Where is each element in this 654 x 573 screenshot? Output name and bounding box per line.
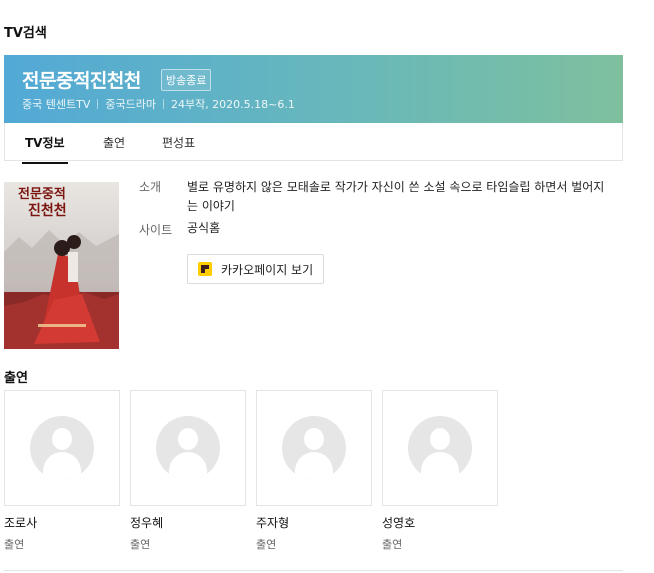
cast-role: 출연 (382, 538, 403, 551)
meta-episodes: 24부작, 2020.5.18~6.1 (170, 98, 295, 111)
cast-photo[interactable] (256, 390, 372, 506)
cast-role: 출연 (4, 538, 25, 551)
cast-card[interactable]: 조로사 출연 (4, 390, 120, 552)
person-placeholder-icon (156, 416, 220, 480)
tab-schedule[interactable]: 편성표 (162, 134, 195, 151)
cast-photo[interactable] (4, 390, 120, 506)
cast-role: 출연 (130, 538, 151, 551)
poster-art: 전문중적 진천천 (4, 182, 119, 349)
section-divider (4, 570, 623, 571)
meta-divider (162, 99, 164, 109)
synopsis-label: 소개 (139, 180, 162, 194)
site-label: 사이트 (139, 223, 173, 237)
meta-genre: 중국드라마 (105, 98, 156, 111)
program-banner: 전문중적진천천 방송종료 중국 텐센트TV 중국드라마 24부작, 2020.5… (4, 55, 623, 123)
program-tabs: TV정보 출연 편성표 (4, 123, 623, 164)
synopsis-text: 별로 유명하지 않은 모태솔로 작가가 자신이 쓴 소설 속으로 타임슬립 하면… (187, 180, 605, 213)
person-placeholder-icon (282, 416, 346, 480)
person-placeholder-icon (408, 416, 472, 480)
official-site-link[interactable]: 공식홈 (187, 221, 220, 235)
cast-photo[interactable] (130, 390, 246, 506)
tab-cast[interactable]: 출연 (103, 134, 125, 151)
cast-card[interactable]: 성영호 출연 (382, 390, 498, 552)
cast-name[interactable]: 조로사 (4, 514, 120, 531)
svg-text:진천천: 진천천 (28, 202, 67, 219)
cast-name[interactable]: 성영호 (382, 514, 498, 531)
cast-section-title: 출연 (4, 371, 28, 386)
section-title: TV검색 (4, 26, 47, 41)
kakao-page-label: 카카오페이지 보기 (221, 262, 314, 277)
kakao-page-button[interactable]: 카카오페이지 보기 (187, 254, 325, 284)
cast-card[interactable]: 주자형 출연 (256, 390, 372, 552)
cast-role: 출연 (256, 538, 277, 551)
kakao-page-icon (198, 262, 212, 276)
program-title[interactable]: 전문중적진천천 (22, 66, 141, 93)
person-placeholder-icon (30, 416, 94, 480)
meta-channel: 중국 텐센트TV (22, 98, 91, 111)
site-value: 공식홈 (187, 219, 607, 238)
meta-divider (97, 99, 99, 109)
cast-card[interactable]: 정우혜 출연 (130, 390, 246, 552)
tab-tv-info[interactable]: TV정보 (22, 134, 68, 164)
status-badge: 방송종료 (161, 69, 212, 91)
cast-photo[interactable] (382, 390, 498, 506)
cast-name[interactable]: 주자형 (256, 514, 372, 531)
program-meta: 중국 텐센트TV 중국드라마 24부작, 2020.5.18~6.1 (22, 96, 295, 112)
cast-name[interactable]: 정우혜 (130, 514, 246, 531)
svg-text:전문중적: 전문중적 (18, 186, 66, 202)
drama-poster-image[interactable]: 전문중적 진천천 (4, 182, 119, 349)
